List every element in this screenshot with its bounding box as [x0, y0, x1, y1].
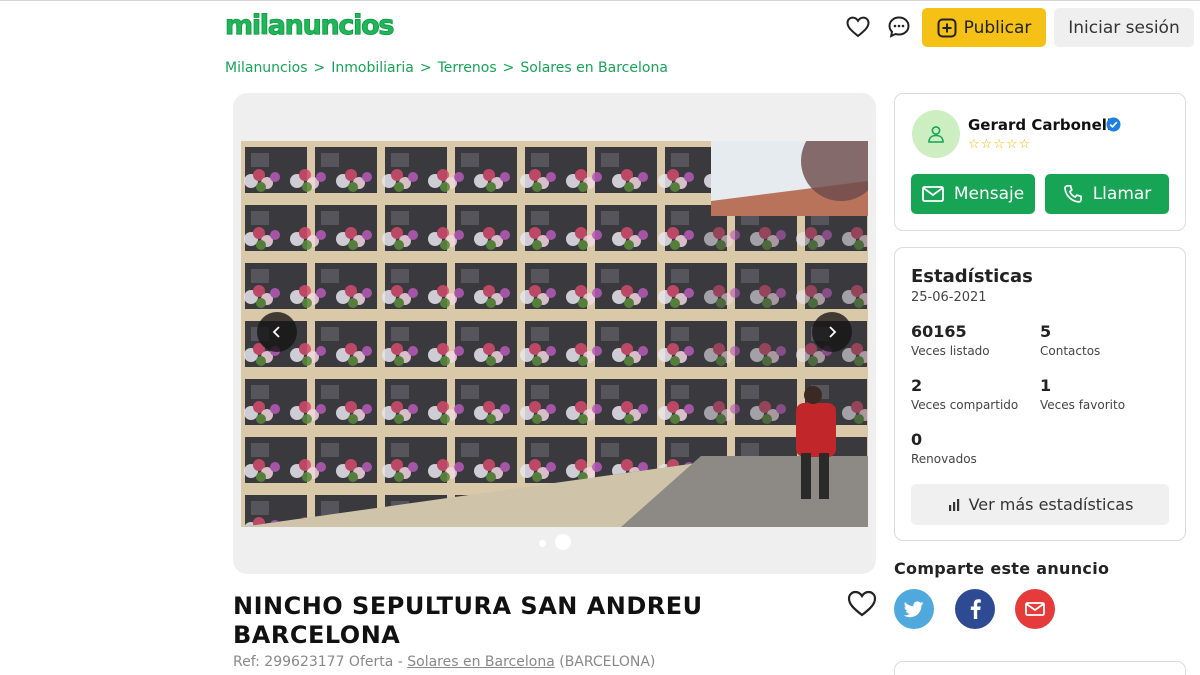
breadcrumb-terrenos[interactable]: Terrenos [438, 60, 497, 76]
statistics-card: Estadísticas 25-06-2021 60165 Veces list… [894, 247, 1186, 541]
chat-icon[interactable] [886, 14, 912, 40]
plus-square-icon [937, 18, 957, 37]
gallery-dot-2-active[interactable] [555, 534, 571, 550]
stat-item: 60165 Veces listado [911, 322, 990, 358]
gallery-dot-1[interactable] [539, 540, 546, 547]
listing-reference: Ref: 299623177 Oferta - Solares en Barce… [233, 654, 655, 670]
user-icon [928, 126, 944, 143]
stat-value: 2 [911, 376, 923, 395]
share-facebook-button[interactable] [955, 589, 995, 629]
milanuncios-logo[interactable]: milanuncios [224, 10, 394, 42]
breadcrumb-solares-barcelona[interactable]: Solares en Barcelona [520, 60, 668, 76]
verified-badge-icon [1106, 117, 1121, 132]
share-twitter-button[interactable] [894, 589, 934, 629]
call-label: Llamar [1092, 184, 1152, 204]
stat-item: 1 Veces favorito [1040, 376, 1125, 412]
stat-item: 5 Contactos [1040, 322, 1100, 358]
breadcrumb: Milanuncios > Inmobiliaria > Terrenos > Solare… [225, 60, 668, 76]
stat-label: Contactos [1040, 344, 1101, 358]
share-title: Comparte este anuncio [894, 559, 1110, 578]
stat-value: 0 [911, 430, 923, 449]
seller-card: Gerard Carbonell ☆☆☆☆☆ Mensaje Llamar [894, 93, 1186, 231]
stat-value: 1 [1040, 376, 1052, 395]
more-statistics-label: Ver más estadísticas [968, 495, 1134, 514]
twitter-icon [904, 600, 924, 617]
listing-title-line1: NINCHO SEPULTURA SAN ANDREU [233, 592, 703, 620]
facebook-icon [970, 599, 981, 619]
publish-button[interactable]: Publicar [922, 8, 1046, 47]
stat-label: Veces listado [911, 344, 990, 358]
message-button[interactable]: Mensaje [911, 174, 1035, 214]
publish-label: Publicar [963, 17, 1032, 38]
avatar [912, 110, 960, 158]
share-mail-button[interactable] [1015, 589, 1055, 629]
phone-icon [1063, 184, 1082, 203]
message-label: Mensaje [953, 184, 1025, 204]
previous-image-button[interactable] [257, 312, 297, 352]
stat-value: 60165 [911, 322, 967, 341]
call-button[interactable]: Llamar [1045, 174, 1169, 214]
breadcrumb-inmobiliaria[interactable]: Inmobiliaria [331, 60, 414, 76]
seller-name[interactable]: Gerard Carbonell [968, 116, 1112, 134]
statistics-date: 25-06-2021 [911, 290, 987, 305]
stat-label: Veces compartido [911, 398, 1019, 412]
listing-title-line2: BARCELONA [233, 621, 401, 649]
envelope-icon [921, 186, 944, 202]
favorite-heart-icon[interactable] [847, 590, 877, 620]
breadcrumb-separator: > [502, 60, 515, 76]
next-image-button[interactable] [812, 312, 852, 352]
stat-label: Renovados [911, 452, 977, 466]
stat-label: Veces favorito [1040, 398, 1126, 412]
stat-item: 2 Veces compartido [911, 376, 1018, 412]
next-card [894, 661, 1186, 675]
listing-photo[interactable] [241, 141, 868, 527]
reference-category-link[interactable]: Solares en Barcelona [407, 654, 555, 670]
breadcrumb-separator: > [419, 60, 432, 76]
top-border [0, 0, 1200, 1]
listing-title: NINCHO SEPULTURA SAN ANDREU BARCELONA [233, 592, 833, 650]
reference-location: (BARCELONA) [554, 654, 656, 670]
mail-icon [1025, 602, 1045, 616]
chevron-left-icon [272, 326, 280, 338]
login-button[interactable]: Iniciar sesión [1054, 8, 1194, 47]
favorites-heart-icon[interactable] [845, 14, 871, 40]
reference-text: Ref: 299623177 Oferta - [233, 654, 408, 670]
breadcrumb-separator: > [313, 60, 326, 76]
chevron-right-icon [829, 326, 837, 338]
statistics-title: Estadísticas [911, 266, 1033, 287]
more-statistics-button[interactable]: Ver más estadísticas [911, 484, 1169, 525]
stat-item: 0 Renovados [911, 430, 977, 466]
seller-rating-stars: ☆☆☆☆☆ [968, 137, 1032, 152]
stat-value: 5 [1040, 322, 1052, 341]
breadcrumb-milanuncios[interactable]: Milanuncios [225, 60, 308, 76]
bar-chart-icon [948, 498, 959, 511]
